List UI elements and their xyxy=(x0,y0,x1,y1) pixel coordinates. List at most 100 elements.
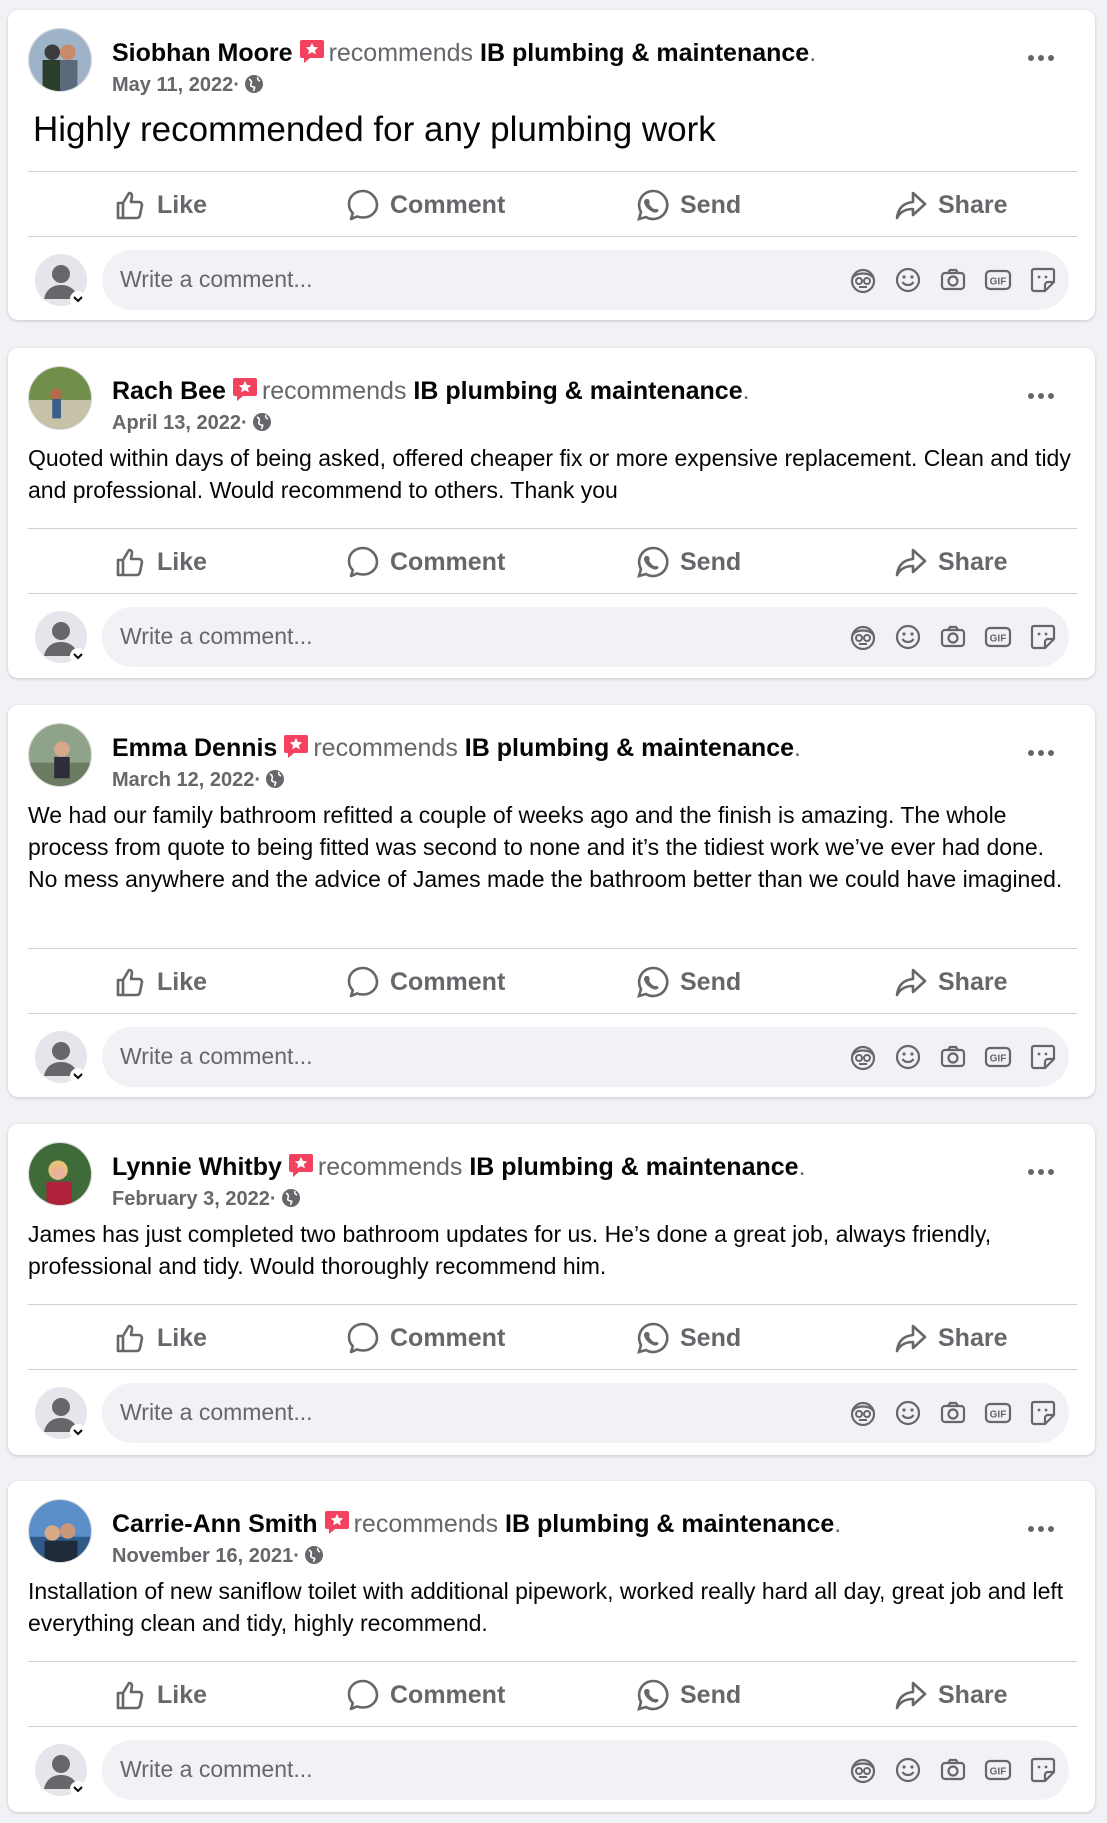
comment-input[interactable]: Write a comment... GIF xyxy=(102,250,1069,310)
post-date[interactable]: March 12, 2022· xyxy=(112,769,285,792)
thumbs-up-icon xyxy=(116,191,144,220)
like-button[interactable]: Like xyxy=(113,174,207,236)
share-button[interactable]: Share xyxy=(894,1307,1007,1369)
author-name[interactable]: Rach Bee xyxy=(112,377,226,405)
author-avatar[interactable] xyxy=(28,28,92,92)
globe-icon xyxy=(265,769,285,789)
comment-icon xyxy=(347,1322,379,1354)
post-actions: Like Comment Send Share xyxy=(28,174,1077,236)
emoji-icon[interactable] xyxy=(892,264,924,296)
avatar-sticker-icon[interactable] xyxy=(847,621,879,653)
post-text: We had our family bathroom refitted a co… xyxy=(28,802,1063,892)
emoji-icon[interactable] xyxy=(892,1397,924,1429)
gif-icon[interactable]: GIF xyxy=(982,621,1014,653)
avatar-sticker-icon[interactable] xyxy=(847,1041,879,1073)
current-user-avatar[interactable] xyxy=(34,1386,88,1440)
gif-icon[interactable]: GIF xyxy=(982,1397,1014,1429)
business-name-link[interactable]: IB plumbing & maintenance xyxy=(413,377,742,405)
share-button[interactable]: Share xyxy=(894,531,1007,593)
recommend-badge-icon xyxy=(232,376,258,402)
current-user-avatar[interactable] xyxy=(34,610,88,664)
post-date[interactable]: November 16, 2021· xyxy=(112,1545,324,1568)
author-avatar[interactable] xyxy=(28,366,92,430)
svg-text:GIF: GIF xyxy=(990,1410,1007,1421)
send-button[interactable]: Send xyxy=(636,1307,741,1369)
comment-button[interactable]: Comment xyxy=(346,951,505,1013)
camera-icon[interactable] xyxy=(937,621,969,653)
post-attribution: Carrie-Ann Smith recommends IB plumbing &… xyxy=(112,1510,842,1538)
business-name-link[interactable]: IB plumbing & maintenance xyxy=(505,1510,834,1538)
comment-button[interactable]: Comment xyxy=(346,174,505,236)
business-name-link[interactable]: IB plumbing & maintenance xyxy=(480,39,809,67)
emoji-icon[interactable] xyxy=(892,1041,924,1073)
post-attribution: Lynnie Whitby recommends IB plumbing & ma… xyxy=(112,1153,806,1181)
author-name[interactable]: Siobhan Moore xyxy=(112,39,293,67)
send-button[interactable]: Send xyxy=(636,1664,741,1726)
comment-composer: Write a comment... GIF xyxy=(28,1026,1077,1088)
sticker-icon[interactable] xyxy=(1027,621,1059,653)
globe-icon xyxy=(304,1545,324,1565)
post-date[interactable]: May 11, 2022· xyxy=(112,74,264,97)
post-card: Emma Dennis recommends IB plumbing & main… xyxy=(8,705,1095,1097)
share-icon xyxy=(895,548,927,577)
author-name[interactable]: Lynnie Whitby xyxy=(112,1153,282,1181)
emoji-icon[interactable] xyxy=(892,1754,924,1786)
post-date[interactable]: February 3, 2022· xyxy=(112,1188,301,1211)
avatar-sticker-icon[interactable] xyxy=(847,1397,879,1429)
camera-icon[interactable] xyxy=(937,264,969,296)
post-actions: Like Comment Send Share xyxy=(28,531,1077,593)
author-avatar[interactable] xyxy=(28,1499,92,1563)
post-text: James has just completed two bathroom up… xyxy=(28,1221,992,1279)
more-options-icon[interactable] xyxy=(1017,38,1065,78)
author-avatar[interactable] xyxy=(28,723,92,787)
comment-input[interactable]: Write a comment... GIF xyxy=(102,1740,1069,1800)
share-button[interactable]: Share xyxy=(894,174,1007,236)
gif-icon[interactable]: GIF xyxy=(982,1754,1014,1786)
sticker-icon[interactable] xyxy=(1027,1754,1059,1786)
comment-button[interactable]: Comment xyxy=(346,1307,505,1369)
sticker-icon[interactable] xyxy=(1027,1041,1059,1073)
comment-input[interactable]: Write a comment... GIF xyxy=(102,1027,1069,1087)
share-button[interactable]: Share xyxy=(894,1664,1007,1726)
whatsapp-icon xyxy=(637,1679,669,1711)
send-button[interactable]: Send xyxy=(636,174,741,236)
svg-text:GIF: GIF xyxy=(990,1054,1007,1065)
emoji-icon[interactable] xyxy=(892,621,924,653)
like-button[interactable]: Like xyxy=(113,951,207,1013)
svg-text:GIF: GIF xyxy=(990,1767,1007,1778)
comment-button[interactable]: Comment xyxy=(346,531,505,593)
current-user-avatar[interactable] xyxy=(34,253,88,307)
send-button[interactable]: Send xyxy=(636,951,741,1013)
camera-icon[interactable] xyxy=(937,1397,969,1429)
more-options-icon[interactable] xyxy=(1017,1152,1065,1192)
share-button[interactable]: Share xyxy=(894,951,1007,1013)
sticker-icon[interactable] xyxy=(1027,1397,1059,1429)
more-options-icon[interactable] xyxy=(1017,1509,1065,1549)
like-button[interactable]: Like xyxy=(113,531,207,593)
more-options-icon[interactable] xyxy=(1017,733,1065,773)
send-button[interactable]: Send xyxy=(636,531,741,593)
gif-icon[interactable]: GIF xyxy=(982,1041,1014,1073)
author-avatar[interactable] xyxy=(28,1142,92,1206)
current-user-avatar[interactable] xyxy=(34,1743,88,1797)
current-user-avatar[interactable] xyxy=(34,1030,88,1084)
avatar-sticker-icon[interactable] xyxy=(847,1754,879,1786)
camera-icon[interactable] xyxy=(937,1041,969,1073)
like-button[interactable]: Like xyxy=(113,1307,207,1369)
comment-input[interactable]: Write a comment... GIF xyxy=(102,607,1069,667)
avatar-sticker-icon[interactable] xyxy=(847,264,879,296)
like-button[interactable]: Like xyxy=(113,1664,207,1726)
more-options-icon[interactable] xyxy=(1017,376,1065,416)
comment-tools: GIF xyxy=(847,1041,1059,1073)
sticker-icon[interactable] xyxy=(1027,264,1059,296)
camera-icon[interactable] xyxy=(937,1754,969,1786)
author-name[interactable]: Emma Dennis xyxy=(112,734,277,762)
whatsapp-icon xyxy=(637,189,669,221)
business-name-link[interactable]: IB plumbing & maintenance xyxy=(465,734,794,762)
author-name[interactable]: Carrie-Ann Smith xyxy=(112,1510,318,1538)
comment-button[interactable]: Comment xyxy=(346,1664,505,1726)
business-name-link[interactable]: IB plumbing & maintenance xyxy=(469,1153,798,1181)
gif-icon[interactable]: GIF xyxy=(982,264,1014,296)
post-date[interactable]: April 13, 2022· xyxy=(112,412,272,435)
comment-input[interactable]: Write a comment... GIF xyxy=(102,1383,1069,1443)
